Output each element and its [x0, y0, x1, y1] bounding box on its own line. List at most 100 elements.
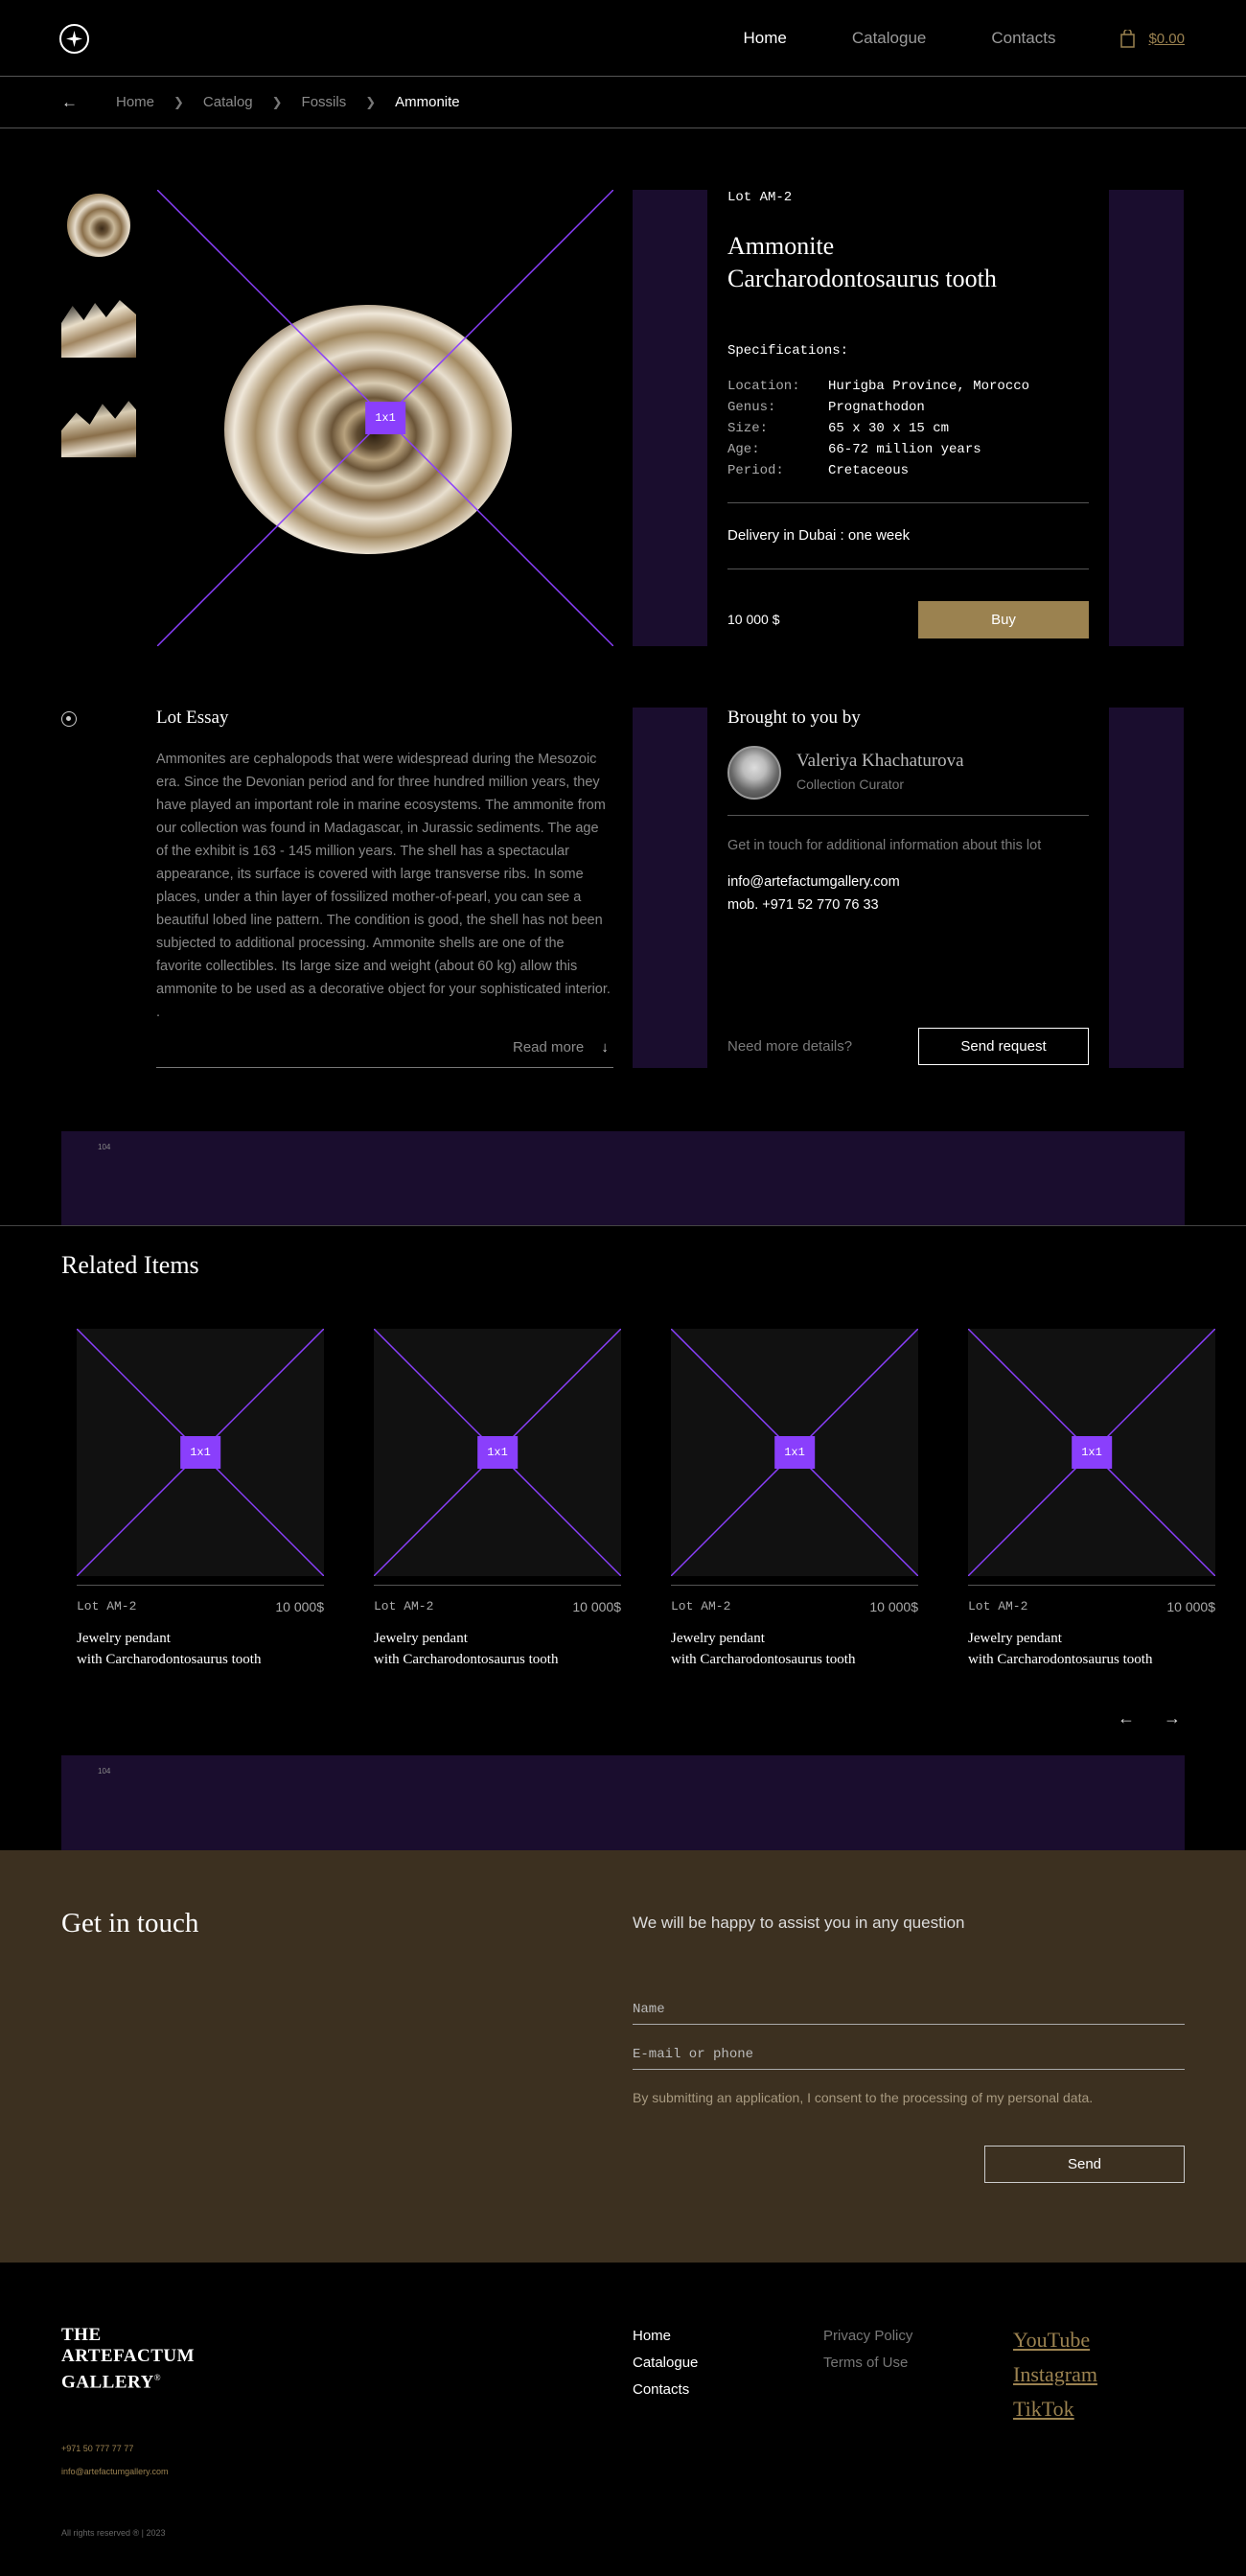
- spec-row: Genus: Prognathodon: [727, 400, 925, 415]
- logo-line2: ARTEFACTUM: [61, 2346, 196, 2366]
- divider: [727, 502, 1089, 503]
- divider: [671, 1585, 918, 1586]
- spec-value: 65 x 30 x 15 cm: [828, 421, 950, 436]
- placeholder-tag: 1x1: [180, 1436, 220, 1469]
- product-title-line2: Carcharodontosaurus tooth: [727, 265, 997, 292]
- footer-phone[interactable]: +971 50 777 77 77: [61, 2444, 133, 2453]
- related-item-price: 10 000$: [869, 1599, 918, 1614]
- footer-terms[interactable]: Terms of Use: [823, 2355, 908, 2371]
- consent-text: By submitting an application, I consent …: [633, 2090, 1094, 2105]
- related-item-name[interactable]: Jewelry pendant with Carcharodontosaurus …: [77, 1628, 261, 1670]
- spec-value: Cretaceous: [828, 463, 910, 478]
- footer-copyright: All rights reserved ® | 2023: [61, 2528, 166, 2538]
- contact-subtitle: We will be happy to assist you in any qu…: [633, 1914, 965, 1932]
- curator-name: Valeriya Khachaturova: [796, 751, 964, 771]
- spec-row: Age: 66-72 million years: [727, 442, 981, 457]
- placeholder-tag: 1x1: [477, 1436, 518, 1469]
- banner-strip: [61, 1131, 1185, 1225]
- cart-total: $0.00: [1148, 30, 1185, 47]
- social-instagram[interactable]: Instagram: [1013, 2362, 1097, 2387]
- thumbnail-1[interactable]: [61, 190, 136, 265]
- related-item-image[interactable]: 1x1: [671, 1329, 918, 1576]
- read-more-link[interactable]: Read more ↓: [513, 1039, 609, 1056]
- product-price: 10 000 $: [727, 612, 780, 627]
- product-title-line1: Ammonite: [727, 232, 835, 260]
- contact-input[interactable]: [633, 2039, 1185, 2070]
- thumbnail-3[interactable]: [61, 390, 136, 465]
- divider: [156, 1067, 613, 1068]
- arrow-down-icon: ↓: [601, 1039, 609, 1056]
- placeholder-tag: 1x1: [365, 402, 405, 434]
- related-title: Related Items: [61, 1251, 199, 1279]
- arrow-left-icon[interactable]: ←: [1118, 1708, 1135, 1729]
- related-item-name-line1: Jewelry pendant: [968, 1631, 1062, 1646]
- related-item-name-line2: with Carcharodontosaurus tooth: [77, 1652, 262, 1667]
- thumbnail-2[interactable]: [61, 290, 136, 365]
- strip-label: 104: [98, 1767, 111, 1775]
- essay-text: Ammonites are cephalopods that were wide…: [156, 752, 611, 1020]
- contact-note: Get in touch for additional information …: [727, 838, 1042, 853]
- specs-heading: Specifications:: [727, 343, 849, 359]
- curator-email[interactable]: info@artefactumgallery.com: [727, 874, 900, 890]
- logo-line1: THE: [61, 2325, 102, 2345]
- site-header: Home Catalogue Contacts $0.00: [0, 0, 1246, 77]
- divider: [968, 1585, 1215, 1586]
- delivery-info: Delivery in Dubai : one week: [727, 527, 911, 544]
- related-item-name-line1: Jewelry pendant: [374, 1631, 468, 1646]
- cart-button[interactable]: $0.00: [1120, 29, 1185, 48]
- nav-home[interactable]: Home: [743, 29, 786, 48]
- logo-line3-text: GALLERY: [61, 2372, 154, 2393]
- logo-star-icon[interactable]: [59, 24, 89, 54]
- related-item-image[interactable]: 1x1: [968, 1329, 1215, 1576]
- related-item-name[interactable]: Jewelry pendant with Carcharodontosaurus …: [671, 1628, 855, 1670]
- related-item-image[interactable]: 1x1: [77, 1329, 324, 1576]
- spec-value: 66-72 million years: [828, 442, 981, 457]
- strip-label: 104: [98, 1143, 111, 1151]
- related-item-price: 10 000$: [1166, 1599, 1215, 1614]
- spec-row: Location: Hurigba Province, Morocco: [727, 379, 1029, 394]
- name-input[interactable]: [633, 1994, 1185, 2025]
- buy-button[interactable]: Buy: [918, 601, 1089, 638]
- logo-mark: ®: [153, 2373, 162, 2382]
- back-arrow-icon[interactable]: ←: [61, 93, 78, 112]
- main-product-image[interactable]: 1x1: [157, 190, 613, 646]
- social-youtube[interactable]: YouTube: [1013, 2328, 1090, 2353]
- related-item-name[interactable]: Jewelry pendant with Carcharodontosaurus …: [374, 1628, 558, 1670]
- footer-home[interactable]: Home: [633, 2328, 671, 2344]
- related-item-name-line2: with Carcharodontosaurus tooth: [671, 1652, 856, 1667]
- divider: [727, 815, 1089, 816]
- decor-bar: [1109, 708, 1184, 1068]
- breadcrumb-current: Ammonite: [395, 94, 460, 110]
- decor-bar: [633, 708, 707, 1068]
- nav-catalogue[interactable]: Catalogue: [852, 29, 927, 48]
- banner-strip: [61, 1755, 1185, 1850]
- divider: [77, 1585, 324, 1586]
- nav-contacts[interactable]: Contacts: [991, 29, 1055, 48]
- essay-target-icon: [61, 711, 77, 727]
- related-item-price: 10 000$: [275, 1599, 324, 1614]
- related-item-name[interactable]: Jewelry pendant with Carcharodontosaurus …: [968, 1628, 1152, 1670]
- essay-title: Lot Essay: [156, 708, 229, 728]
- arrow-right-icon[interactable]: →: [1164, 1708, 1181, 1729]
- footer-catalogue[interactable]: Catalogue: [633, 2355, 698, 2371]
- related-item-image[interactable]: 1x1: [374, 1329, 621, 1576]
- breadcrumb: ← Home ❯ Catalog ❯ Fossils ❯ Ammonite: [0, 77, 1246, 128]
- curator-role: Collection Curator: [796, 777, 905, 792]
- footer-logo[interactable]: THE ARTEFACTUM GALLERY®: [61, 2325, 195, 2393]
- spec-row: Period: Cretaceous: [727, 463, 909, 478]
- footer-email[interactable]: info@artefactumgallery.com: [61, 2467, 169, 2476]
- cart-icon: [1120, 29, 1136, 48]
- breadcrumb-home[interactable]: Home: [116, 94, 154, 110]
- contact-title: Get in touch: [61, 1908, 199, 1938]
- send-button[interactable]: Send: [984, 2146, 1185, 2183]
- related-item-name-line1: Jewelry pendant: [77, 1631, 171, 1646]
- footer-privacy[interactable]: Privacy Policy: [823, 2328, 912, 2344]
- breadcrumb-catalog[interactable]: Catalog: [203, 94, 253, 110]
- read-more-label: Read more: [513, 1039, 585, 1056]
- send-request-button[interactable]: Send request: [918, 1028, 1089, 1065]
- social-tiktok[interactable]: TikTok: [1013, 2397, 1074, 2422]
- curator-mobile[interactable]: mob. +971 52 770 76 33: [727, 897, 879, 913]
- breadcrumb-fossils[interactable]: Fossils: [302, 94, 347, 110]
- footer-contacts[interactable]: Contacts: [633, 2381, 689, 2398]
- spec-row: Size: 65 x 30 x 15 cm: [727, 421, 949, 436]
